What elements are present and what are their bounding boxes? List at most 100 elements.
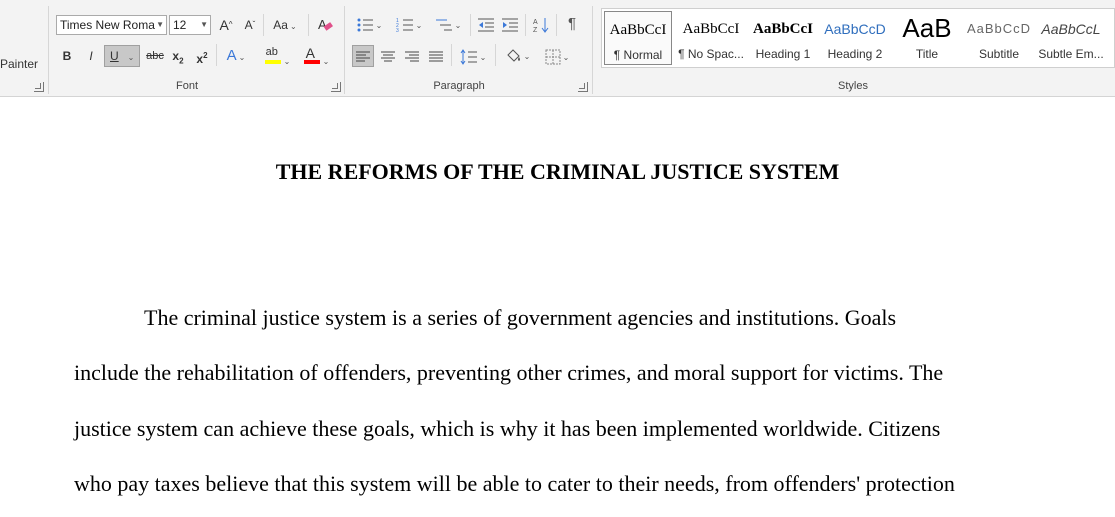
grow-caret-icon: ^	[228, 20, 233, 29]
underline-button[interactable]: U ⌄	[104, 45, 140, 67]
style-no-spacing[interactable]: AaBbCcI ¶ No Spac...	[675, 11, 747, 65]
multilevel-list-button[interactable]: ⌄	[431, 14, 465, 34]
font-color-swatch	[303, 60, 320, 64]
style-name: Title	[915, 47, 939, 61]
chevron-down-icon: ⌄	[415, 21, 423, 30]
subscript-mark: 2	[179, 56, 184, 66]
highlight-label: ab	[265, 46, 278, 58]
divider	[263, 14, 264, 36]
paragraph-line: The criminal justice system is a series …	[144, 305, 897, 330]
text-effects-button[interactable]: A ⌄	[222, 46, 250, 66]
style-heading-2[interactable]: AaBbCcD Heading 2	[819, 11, 891, 65]
bullet-list-icon	[357, 18, 373, 32]
chevron-down-icon: ⌄	[454, 21, 462, 30]
style-subtle-emphasis[interactable]: AaBbCcL Subtle Em...	[1035, 11, 1107, 65]
numbering-button[interactable]: 123 ⌄	[392, 14, 426, 34]
font-name-dropdown[interactable]: Times New Roma ▼	[56, 15, 167, 35]
line-spacing-icon	[460, 48, 477, 65]
shrink-font-button[interactable]: Aˇ	[242, 15, 258, 35]
shading-button[interactable]: ⌄	[500, 45, 534, 65]
chevron-down-icon: ⌄	[127, 53, 135, 62]
divider	[495, 44, 496, 66]
font-group-label: Font	[175, 80, 198, 92]
shrink-caret-icon: ˇ	[252, 20, 256, 29]
style-sample: AaB	[902, 13, 952, 43]
superscript-button[interactable]: x2	[194, 46, 210, 66]
styles-gallery: AaBbCcI ¶ Normal AaBbCcI ¶ No Spac... Aa…	[601, 8, 1115, 68]
font-size-value: 12	[173, 18, 187, 32]
grow-font-button[interactable]: A^	[218, 15, 234, 35]
style-subtitle[interactable]: AaBbCcD Subtitle	[963, 11, 1035, 65]
style-name: Heading 1	[755, 47, 811, 61]
divider	[216, 44, 217, 66]
chevron-down-icon: ⌄	[523, 52, 531, 61]
numbered-list-icon: 123	[396, 18, 413, 33]
style-sample: AaBbCcI	[752, 21, 813, 37]
line-spacing-button[interactable]: ⌄	[456, 46, 490, 66]
font-dialog-launcher[interactable]	[331, 82, 341, 92]
align-right-button[interactable]	[402, 46, 422, 66]
strikethrough-button[interactable]: abc	[144, 46, 166, 66]
borders-button[interactable]: ⌄	[540, 46, 574, 66]
chevron-down-icon: ⌄	[238, 53, 246, 62]
font-size-dropdown[interactable]: 12 ▼	[169, 15, 211, 35]
grow-font-label: A	[219, 17, 229, 33]
chevron-down-icon: ▼	[156, 20, 164, 29]
show-marks-button[interactable]: ¶	[562, 14, 582, 34]
align-left-button[interactable]	[352, 45, 374, 67]
divider	[451, 44, 452, 66]
justify-button[interactable]	[426, 46, 446, 66]
align-center-button[interactable]	[378, 46, 398, 66]
paragraph-line: justice system can achieve these goals, …	[74, 416, 941, 441]
paint-bucket-icon	[506, 49, 520, 62]
increase-indent-button[interactable]	[500, 14, 520, 34]
chevron-down-icon: ⌄	[375, 21, 383, 30]
italic-button[interactable]: I	[82, 46, 100, 66]
shrink-font-label: A	[244, 18, 253, 32]
change-case-label: Aa	[273, 18, 288, 32]
multilevel-list-icon	[435, 19, 452, 31]
svg-text:A: A	[533, 19, 538, 26]
clipboard-dialog-launcher[interactable]	[34, 82, 44, 92]
style-sample: AaBbCcI	[682, 21, 740, 37]
group-separator	[592, 6, 593, 94]
text-effects-label: A	[226, 47, 237, 64]
chevron-down-icon: ⌄	[322, 57, 330, 66]
svg-text:A: A	[318, 17, 327, 32]
style-heading-1[interactable]: AaBbCcI Heading 1	[747, 11, 819, 65]
clear-formatting-button[interactable]: A	[314, 14, 336, 34]
superscript-mark: 2	[203, 51, 208, 60]
decrease-indent-button[interactable]	[476, 14, 496, 34]
paragraph-dialog-launcher[interactable]	[578, 82, 588, 92]
divider	[525, 14, 526, 36]
align-right-icon	[405, 51, 419, 62]
change-case-button[interactable]: Aa ⌄	[269, 15, 301, 35]
styles-group-label: Styles	[838, 80, 868, 92]
divider	[556, 14, 557, 36]
font-color-button[interactable]: A ⌄	[299, 44, 333, 66]
justify-icon	[429, 51, 443, 62]
borders-icon	[545, 49, 561, 65]
highlight-color-button[interactable]: ab ⌄	[259, 44, 295, 66]
style-title[interactable]: AaB Title	[891, 11, 963, 65]
style-name: ¶ No Spac...	[678, 47, 744, 61]
document-page[interactable]: THE REFORMS OF THE CRIMINAL JUSTICE SYST…	[0, 97, 1115, 517]
paragraph-line: who pay taxes believe that this system w…	[74, 471, 955, 496]
underline-label: U	[110, 49, 119, 63]
bullets-button[interactable]: ⌄	[352, 14, 386, 34]
style-sample: AaBbCcL	[1041, 21, 1101, 37]
group-separator	[48, 6, 49, 94]
paragraph-line: include the rehabilitation of offenders,…	[74, 360, 944, 385]
align-left-icon	[356, 51, 370, 62]
chevron-down-icon: ⌄	[283, 57, 291, 66]
style-sample: AaBbCcD	[824, 21, 886, 37]
style-normal[interactable]: AaBbCcI ¶ Normal	[604, 11, 672, 65]
outdent-icon	[478, 18, 494, 32]
subscript-button[interactable]: x2	[170, 46, 186, 66]
highlighter-icon: ab	[264, 44, 282, 64]
sort-button[interactable]: AZ	[531, 14, 551, 34]
bold-button[interactable]: B	[58, 46, 76, 66]
chevron-down-icon: ⌄	[479, 53, 487, 62]
format-painter-button[interactable]: Painter	[0, 57, 38, 71]
divider	[470, 14, 471, 36]
